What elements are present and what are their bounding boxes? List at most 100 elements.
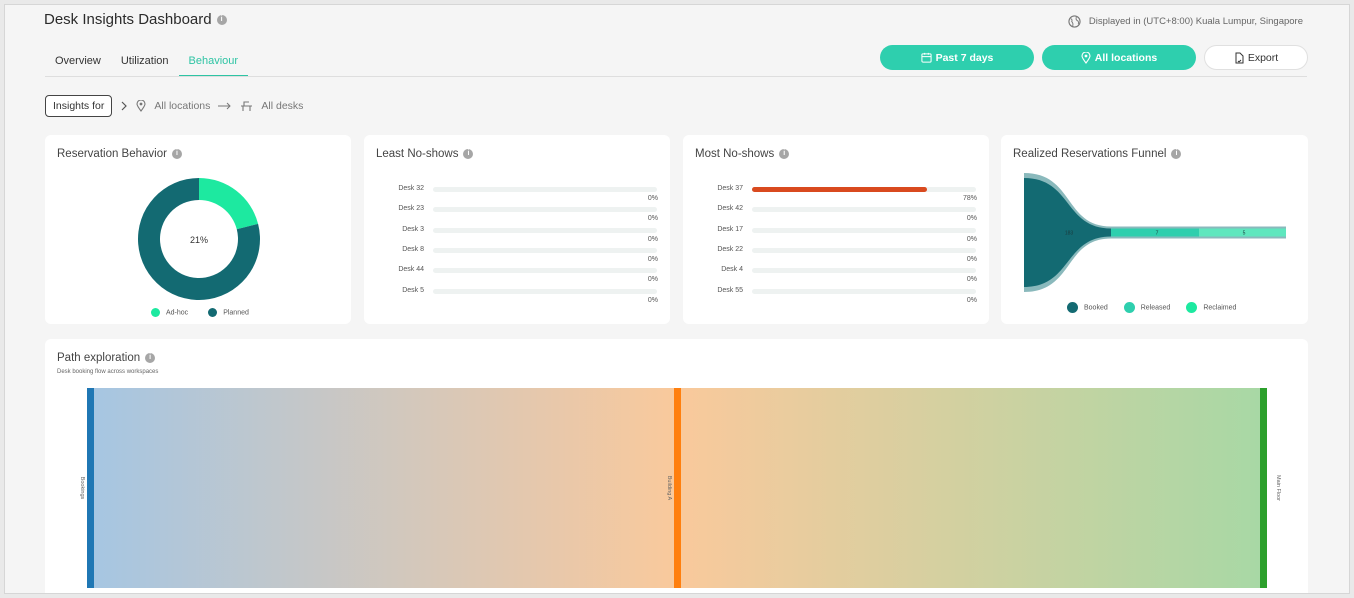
tab-divider — [45, 76, 1307, 77]
legend-item-planned: Planned — [208, 308, 249, 317]
arrow-right-icon — [218, 102, 232, 110]
tab-behaviour[interactable]: Behaviour — [178, 55, 249, 77]
bar-value-label: 0% — [966, 276, 977, 284]
bar-track — [752, 227, 976, 233]
bar-track — [433, 187, 657, 192]
info-icon[interactable]: i — [171, 148, 182, 159]
bar[interactable] — [752, 187, 927, 192]
bar-value-label: 0% — [647, 276, 658, 284]
sankey-link-bookings-building-a[interactable] — [94, 388, 674, 588]
bar-category-label: Desk 3 — [402, 225, 424, 233]
calendar-icon — [921, 52, 932, 63]
export-icon — [1235, 52, 1244, 63]
bar-row: Desk 37 78% — [683, 185, 989, 205]
info-icon[interactable]: i — [216, 15, 227, 26]
sankey-node-label: Building A — [666, 476, 672, 501]
chevron-right-icon — [121, 101, 128, 111]
reservation-legend: Ad-hoc Planned — [151, 308, 249, 317]
bar-value-label: 0% — [647, 235, 658, 243]
export-button[interactable]: Export — [1204, 45, 1308, 70]
insights-for-button[interactable]: Insights for — [45, 95, 113, 117]
funnel-card: Realized Reservations Funnel i 183 7 5 Book… — [1001, 135, 1308, 324]
bar-category-label: Desk 55 — [717, 286, 743, 294]
funnel-chart: 183 7 5 — [1024, 173, 1286, 292]
info-icon[interactable]: i — [779, 148, 790, 159]
most-noshows-card: Most No-shows i Desk 37 78% Desk 42 0% Desk 1… — [683, 135, 989, 324]
bar-track — [433, 288, 657, 294]
info-icon[interactable]: i — [145, 352, 156, 363]
tab-overview[interactable]: Overview — [45, 55, 111, 77]
info-icon[interactable]: i — [463, 148, 474, 159]
bar-track — [433, 207, 657, 213]
location-button[interactable]: All locations — [1042, 45, 1196, 70]
funnel-title: Realized Reservations Funnel — [1013, 148, 1167, 160]
breadcrumb: Insights for All locations All desks — [45, 95, 303, 117]
bar-track — [433, 247, 657, 253]
bar-row: Desk 22 0% — [683, 246, 989, 266]
bar-track — [752, 187, 976, 192]
least-noshows-card: Least No-shows i Desk 32 0% Desk 23 0% Desk 3… — [364, 135, 670, 324]
least-noshows-title: Least No-shows — [376, 148, 459, 160]
least-noshows-bar-chart: Desk 32 0% Desk 23 0% Desk 3 0% Desk 8 0% Desk 4… — [364, 185, 670, 315]
bar-value-label: 0% — [647, 255, 658, 263]
breadcrumb-desks[interactable]: All desks — [261, 100, 303, 112]
bar-row: Desk 3 0% — [364, 226, 670, 246]
donut-center-label: 21% — [190, 235, 208, 245]
bar-track — [752, 207, 976, 213]
funnel-value-label: 5 — [1243, 231, 1246, 237]
breadcrumb-location[interactable]: All locations — [154, 100, 210, 112]
bar-category-label: Desk 23 — [398, 205, 424, 213]
timezone-indicator: Displayed in (UTC+8:00) Kuala Lumpur, Si… — [1068, 15, 1303, 28]
tab-utilization[interactable]: Utilization — [111, 55, 179, 77]
donut-slice-adhoc[interactable] — [199, 178, 259, 230]
bar-category-label: Desk 8 — [402, 245, 424, 253]
bar-track — [752, 288, 976, 294]
sankey-link-building-a-main-floor[interactable] — [681, 388, 1260, 588]
date-range-button[interactable]: Past 7 days — [880, 45, 1034, 70]
bar-category-label: Desk 4 — [721, 266, 743, 274]
bar-row: Desk 44 0% — [364, 266, 670, 286]
bar-category-label: Desk 42 — [717, 205, 743, 213]
desk-chair-icon — [241, 101, 253, 111]
bar-category-label: Desk 44 — [398, 266, 424, 274]
bar-row: Desk 17 0% — [683, 226, 989, 246]
bar-value-label: 0% — [647, 296, 658, 304]
bar-category-label: Desk 17 — [717, 225, 743, 233]
bar-value-label: 0% — [647, 215, 658, 223]
bar-category-label: Desk 22 — [717, 245, 743, 253]
bar-row: Desk 8 0% — [364, 246, 670, 266]
reservation-behavior-title: Reservation Behavior — [57, 148, 167, 160]
bar-track — [752, 247, 976, 253]
bar-row: Desk 42 0% — [683, 205, 989, 225]
legend-label-reclaimed: Reclaimed — [1203, 304, 1237, 312]
bar-value-label: 78% — [962, 195, 977, 202]
location-label: All locations — [1094, 51, 1158, 64]
bar-value-label: 0% — [966, 296, 977, 304]
sankey-node-label: Bookings — [79, 477, 85, 500]
bar-row: Desk 5 0% — [364, 287, 670, 307]
info-icon[interactable]: i — [1171, 148, 1182, 159]
sankey-node-building-a[interactable] — [674, 388, 681, 588]
legend-item-released: Released — [1123, 302, 1170, 313]
bar-value-label: 0% — [647, 195, 658, 202]
location-pin-icon — [136, 100, 146, 112]
sankey-node-main-floor[interactable] — [1260, 388, 1267, 588]
card-title: Realized Reservations Funnel i — [1013, 148, 1182, 160]
bar-value-label: 0% — [966, 215, 977, 223]
sankey-node-bookings[interactable] — [87, 388, 94, 588]
reservation-behavior-card: Reservation Behavior i 21% Ad-hoc Planned — [45, 135, 351, 324]
funnel-value-label: 183 — [1065, 231, 1074, 237]
card-title: Least No-shows i — [376, 148, 474, 160]
bar-row: Desk 4 0% — [683, 266, 989, 286]
most-noshows-title: Most No-shows — [695, 148, 775, 160]
bar-row: Desk 32 0% — [364, 185, 670, 205]
path-sankey-chart: Bookings Building A Main Floor — [79, 388, 1281, 588]
bar-category-label: Desk 37 — [717, 185, 743, 192]
export-label: Export — [1247, 51, 1279, 64]
page-title-text: Desk Insights Dashboard — [44, 11, 212, 28]
legend-item-adhoc: Ad-hoc — [151, 308, 188, 317]
bar-value-label: 0% — [966, 235, 977, 243]
legend-label-planned: Planned — [223, 309, 249, 317]
page-title: Desk Insights Dashboard i — [44, 11, 227, 28]
location-pin-icon — [1081, 51, 1091, 64]
